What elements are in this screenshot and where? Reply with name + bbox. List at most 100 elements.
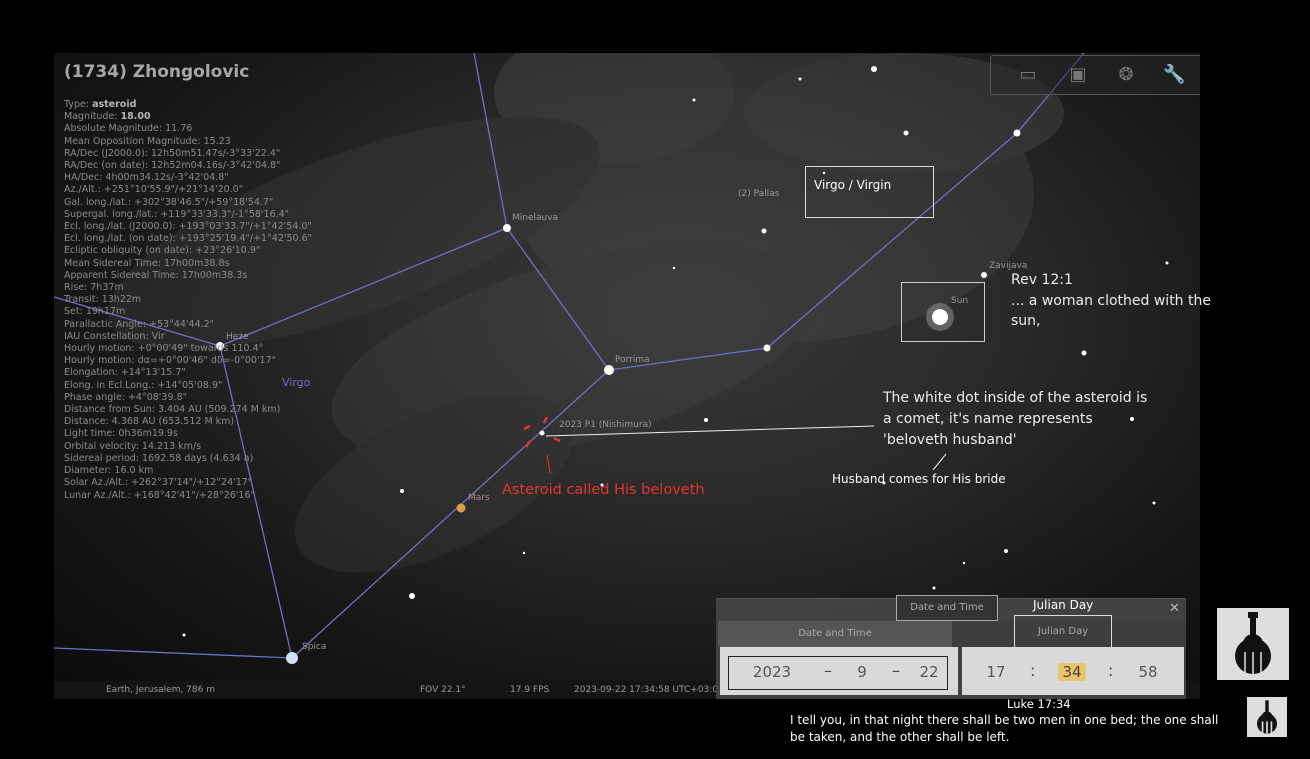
info-row-label: Elongation: +14°13'15.7" [64, 367, 186, 379]
minute-field[interactable]: 34 [1058, 663, 1086, 681]
luke-text-line-2: be taken, and the other shall be left. [790, 730, 1010, 744]
info-row-label: Type: [64, 99, 90, 110]
info-row: Az./Alt.: +251°10'55.9"/+21°14'20.0" [64, 184, 312, 196]
status-fps: 17.9 FPS [510, 685, 550, 695]
label-comet: 2023 P1 (Nishimura) [559, 420, 652, 430]
object-title: (1734) Zhongolovic [64, 62, 250, 82]
info-row-label: Rise: 7h37m [64, 282, 124, 294]
info-row: RA/Dec (J2000.0): 12h50m51.47s/-3°33'22.… [64, 148, 312, 160]
month-field[interactable]: 9 [852, 663, 872, 681]
label-zavijava: Zavijava [989, 261, 1028, 271]
time-separator: : [1108, 661, 1114, 680]
info-row-label: Az./Alt.: +251°10'55.9"/+21°14'20.0" [64, 184, 244, 196]
info-row: RA/Dec (on date): 12h52m04.16s/-3°42'04.… [64, 160, 312, 172]
comet-note-line-3: 'beloveth husband' [883, 432, 1017, 448]
info-row-label: Distance: 4.368 AU (653.512 M km) [64, 416, 235, 428]
second-field[interactable]: 58 [1136, 663, 1160, 681]
star-spica [286, 652, 298, 664]
info-row: Orbital velocity: 14.213 km/s [64, 441, 312, 453]
info-row: Transit: 13h22m [64, 294, 312, 306]
info-row-label: RA/Dec (on date): 12h52m04.16s/-3°42'04.… [64, 160, 281, 172]
year-field[interactable]: 2023 [746, 663, 798, 681]
rev-reference: Rev 12:1 [1011, 272, 1073, 288]
info-row: Gal. long./lat.: +302°38'46.5"/+59°18'54… [64, 197, 312, 209]
info-row: Absolute Magnitude: 11.76 [64, 123, 312, 135]
info-row-label: Transit: 13h22m [64, 294, 142, 306]
info-row-label: Supergal. long./lat.: +119°33'33.3"/-1°5… [64, 208, 290, 220]
info-row-label: Diameter: 16.0 km [64, 465, 154, 477]
info-row-value: asteroid [92, 99, 137, 110]
tab-julian-day[interactable]: Julian Day [1014, 615, 1112, 649]
info-row: Parallactic Angle: +53°44'44.2" [64, 319, 312, 331]
info-row: Solar Az./Alt.: +262°37'14"/+12°24'17" [64, 477, 312, 489]
info-row: Supergal. long./lat.: +119°33'33.3"/-1°5… [64, 209, 312, 221]
info-row-label: Apparent Sidereal Time: 17h00m38.3s [64, 269, 248, 281]
sun-annotation-box [901, 282, 985, 342]
info-row-label: Distance from Sun: 3.404 AU (509.274 M k… [64, 404, 281, 416]
info-row: Elong. in Ecl.Long.: +14°05'08.9" [64, 380, 312, 392]
date-time-panel: Date and Time Date and Time Julian Day ✕… [716, 595, 1186, 699]
info-row: Elongation: +14°13'15.7" [64, 367, 312, 379]
virgo-annotation-text: Virgo / Virgin [814, 178, 892, 192]
info-row-label: Elong. in Ecl.Long.: +14°05'08.9" [64, 379, 223, 391]
info-row-label: Absolute Magnitude: 11.76 [64, 123, 193, 135]
trash-icon[interactable]: ▭ [1017, 64, 1039, 86]
info-row: Ecl. long./lat. (on date): +193°25'19.4"… [64, 233, 312, 245]
info-row-label: IAU Constellation: Vir [64, 330, 165, 342]
info-row: Set: 19h17m [64, 306, 312, 318]
asteroid-note: Asteroid called His beloveth [502, 482, 705, 498]
screen-icon[interactable]: ▣ [1067, 64, 1089, 86]
husband-note: Husband comes for His bride [832, 472, 1006, 486]
star-porrima [604, 365, 614, 375]
star-963 [1013, 129, 1021, 137]
top-toolbar: ▭ ▣ ❂ 🔧 [990, 55, 1200, 95]
husband-pointer-line [932, 453, 947, 471]
day-field[interactable]: 22 [916, 663, 942, 681]
info-row-label: RA/Dec (J2000.0): 12h50m51.47s/-3°33'22.… [64, 147, 281, 159]
wrench-icon[interactable]: 🔧 [1163, 64, 1185, 86]
info-row: Diameter: 16.0 km [64, 465, 312, 477]
time-separator: : [1030, 661, 1036, 680]
info-row-value: 18.00 [120, 111, 151, 123]
info-row-label: Sidereal period: 1692.58 days (4.634 a) [64, 452, 254, 464]
object-info-panel: Type: asteroid Magnitude: 18.00 Absolute M… [64, 99, 312, 502]
info-row-label: Orbital velocity: 14.213 km/s [64, 440, 202, 452]
info-row: Ecliptic obliquity (on date): +23°26'10.… [64, 245, 312, 257]
hour-field[interactable]: 17 [984, 663, 1008, 681]
julian-day-annotation: Julian Day [1033, 598, 1094, 612]
label-spica: Spica [302, 642, 327, 652]
guitar-keyboard-icon-large [1217, 608, 1289, 680]
star-mars [456, 503, 466, 513]
info-row-label: Set: 19h17m [64, 306, 126, 318]
info-row: HA/Dec: 4h00m34.12s/-3°42'04.8" [64, 172, 312, 184]
guitar-keyboard-icon-small [1247, 697, 1287, 737]
info-row-label: Ecliptic obliquity (on date): +23°26'10.… [64, 245, 261, 257]
info-row-label: Mean Sidereal Time: 17h00m38.8s [64, 257, 230, 269]
info-row: Apparent Sidereal Time: 17h00m38.3s [64, 270, 312, 282]
info-row: Distance from Sun: 3.404 AU (509.274 M k… [64, 404, 312, 416]
info-row: Hourly motion: dα=+0°00'46" dδ=-0°00'17" [64, 355, 312, 367]
status-location[interactable]: Earth, Jerusalem, 786 m [106, 685, 215, 695]
info-row: Ecl. long./lat. (J2000.0): +193°03'33.7"… [64, 221, 312, 233]
close-icon[interactable]: ✕ [1169, 601, 1180, 616]
tab-date-time[interactable]: Date and Time [718, 621, 952, 647]
info-row-label: Solar Az./Alt.: +262°37'14"/+12°24'17" [64, 477, 253, 489]
rev-text-line-1: ... a woman clothed with the [1011, 293, 1211, 309]
info-row-label: Parallactic Angle: +53°44'44.2" [64, 318, 215, 330]
rev-text-line-2: sun, [1011, 313, 1041, 329]
info-row-label: Mean Opposition Magnitude: 15.23 [64, 135, 231, 147]
info-row: Mean Sidereal Time: 17h00m38.8s [64, 258, 312, 270]
info-row: Lunar Az./Alt.: +168°42'41"/+28°26'16" [64, 490, 312, 502]
info-row-label: Gal. long./lat.: +302°38'46.5"/+59°18'54… [64, 196, 274, 208]
status-fov: FOV 22.1° [420, 685, 466, 695]
info-row-label: Ecl. long./lat. (J2000.0): +193°03'33.7"… [64, 221, 312, 233]
info-row-label: Hourly motion: +0°00'49" towards 110.4° [64, 343, 264, 355]
luke-reference: Luke 17:34 [1007, 697, 1071, 711]
tab-date-time-float[interactable]: Date and Time [896, 595, 998, 621]
gear-icon[interactable]: ❂ [1115, 64, 1137, 86]
label-mars: Mars [468, 493, 490, 503]
virgo-annotation-box [805, 166, 934, 218]
status-datetime[interactable]: 2023-09-22 17:34:58 UTC+03:00 [574, 685, 724, 695]
star-minelauva [503, 224, 511, 232]
info-row: Type: asteroid [64, 99, 312, 111]
